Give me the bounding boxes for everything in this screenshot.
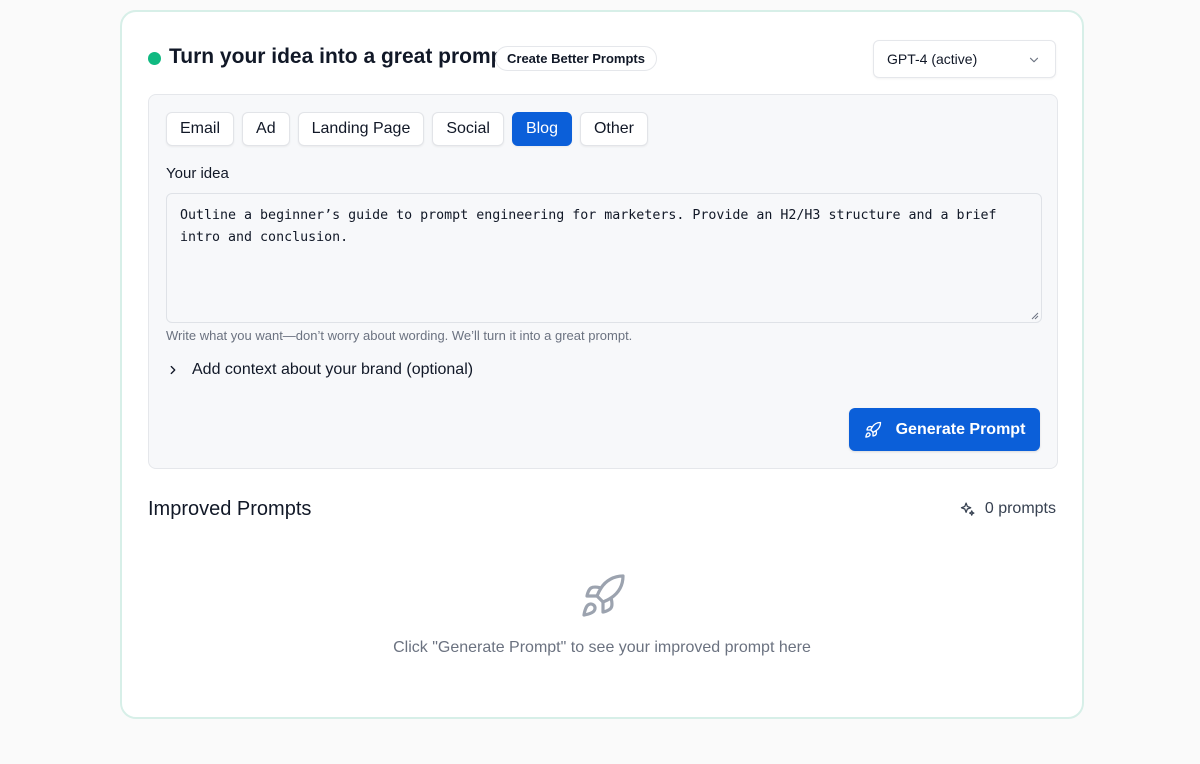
tab-email[interactable]: Email <box>166 112 235 146</box>
tab-blog[interactable]: Blog <box>511 112 572 146</box>
card-header: Turn your idea into a great prompt Creat… <box>148 40 1056 78</box>
prompt-card: Turn your idea into a great prompt Creat… <box>120 10 1084 719</box>
brand-context-toggle[interactable]: Add context about your brand (optional) <box>166 361 473 379</box>
tab-other[interactable]: Other <box>579 112 648 146</box>
tab-ad[interactable]: Ad <box>242 112 290 146</box>
results-title: Improved Prompts <box>148 498 312 520</box>
brand-context-label: Add context about your brand (optional) <box>192 361 474 378</box>
idea-label: Your idea <box>166 165 229 182</box>
prompt-count-label: 0 prompts <box>984 500 1056 517</box>
model-select[interactable]: GPT-4 (active) <box>873 40 1056 78</box>
rocket-icon <box>864 421 881 438</box>
rocket-icon <box>582 574 625 617</box>
chevron-down-icon <box>1029 57 1039 63</box>
category-tabs: Email Ad Landing Page Social Blog Other <box>166 112 648 146</box>
idea-textarea-value: Outline a beginner’s guide to prompt eng… <box>180 208 997 245</box>
generate-prompt-button[interactable]: Generate Prompt <box>849 408 1040 451</box>
generate-prompt-label: Generate Prompt <box>895 420 1026 438</box>
feature-badge: Create Better Prompts <box>495 46 657 71</box>
idea-hint: Write what you want—don’t worry about wo… <box>166 328 633 343</box>
sparkles-icon <box>960 501 975 516</box>
tab-landing-page[interactable]: Landing Page <box>297 112 425 146</box>
status-dot <box>148 52 161 65</box>
empty-state-message: Click "Generate Prompt" to see your impr… <box>393 639 811 656</box>
idea-textarea[interactable]: Outline a beginner’s guide to prompt eng… <box>166 193 1042 323</box>
tab-social[interactable]: Social <box>432 112 504 146</box>
page-title: Turn your idea into a great prompt <box>169 45 511 68</box>
input-panel: Email Ad Landing Page Social Blog Other … <box>148 94 1058 469</box>
resize-handle-icon[interactable] <box>1031 312 1039 320</box>
model-select-value: GPT-4 (active) <box>887 51 978 67</box>
prompt-count: 0 prompts <box>959 500 1056 518</box>
chevron-right-icon <box>170 365 176 375</box>
